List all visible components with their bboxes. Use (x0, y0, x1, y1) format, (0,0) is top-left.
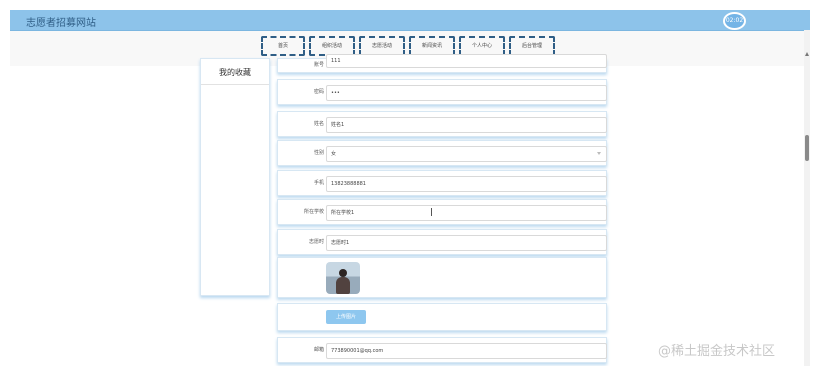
volunteer-hours-input[interactable]: 志愿时1 (326, 235, 607, 251)
password-row: 密码 ••• (277, 79, 607, 105)
gender-select[interactable]: 女 (326, 146, 607, 162)
avatar-row (277, 257, 607, 298)
name-label: 姓名 (313, 121, 324, 127)
volunteer-hours-row: 志愿时 志愿时1 (277, 229, 607, 255)
name-row: 姓名 姓名1 (277, 111, 607, 137)
vertical-scrollbar[interactable] (804, 30, 810, 366)
password-label: 密码 (313, 89, 324, 95)
school-label: 所在学校 (303, 209, 324, 215)
upload-row: 上传图片 (277, 303, 607, 331)
phone-label: 手机 (313, 180, 324, 186)
site-title: 志愿者招募网站 (26, 18, 96, 29)
nav-personal-center[interactable]: 个人中心 (459, 36, 505, 56)
favorites-divider (201, 84, 269, 85)
email-row: 邮箱 773890001@qq.com (277, 337, 607, 363)
nav-home[interactable]: 首页 (261, 36, 305, 56)
phone-row: 手机 13823888881 (277, 170, 607, 196)
avatar (326, 262, 360, 294)
scroll-up-icon[interactable] (805, 52, 809, 56)
favorites-title: 我的收藏 (219, 68, 251, 77)
nav-admin[interactable]: 后台管理 (509, 36, 555, 56)
email-input[interactable]: 773890001@qq.com (326, 343, 607, 359)
upload-image-button[interactable]: 上传图片 (326, 310, 366, 324)
school-row: 所在学校 所在学校1 (277, 199, 607, 225)
scroll-thumb[interactable] (805, 135, 809, 161)
volunteer-hours-label: 志愿时 (308, 239, 324, 245)
nav-organization-activities[interactable]: 组织活动 (309, 36, 355, 56)
top-header: 志愿者招募网站 02:02 (10, 10, 810, 31)
favorites-panel: 我的收藏 (200, 58, 270, 296)
watermark: @稀土掘金技术社区 (658, 344, 776, 359)
school-value: 所在学校1 (331, 210, 355, 216)
browser-window: 志愿者招募网站 02:02 首页 组织活动 志愿活动 新闻资讯 个人中心 后台管… (10, 10, 810, 366)
account-input[interactable]: 111 (326, 54, 607, 68)
email-label: 邮箱 (313, 347, 324, 353)
nav-news[interactable]: 新闻资讯 (409, 36, 455, 56)
gender-value: 女 (331, 151, 337, 157)
password-input[interactable]: ••• (326, 85, 607, 101)
account-label: 账号 (313, 62, 324, 68)
gender-row: 性别 女 (277, 140, 607, 166)
chevron-down-icon (597, 152, 601, 155)
text-cursor-icon (431, 208, 432, 216)
time-badge: 02:02 (723, 12, 746, 30)
phone-input[interactable]: 13823888881 (326, 176, 607, 192)
nav-volunteer-activities[interactable]: 志愿活动 (359, 36, 405, 56)
profile-form: 账号 111 密码 ••• 姓名 姓名1 性别 女 手机 13823888881… (277, 54, 607, 366)
school-input[interactable]: 所在学校1 (326, 205, 607, 221)
gender-label: 性别 (313, 150, 324, 156)
account-row: 账号 111 (277, 54, 607, 73)
name-input[interactable]: 姓名1 (326, 117, 607, 133)
